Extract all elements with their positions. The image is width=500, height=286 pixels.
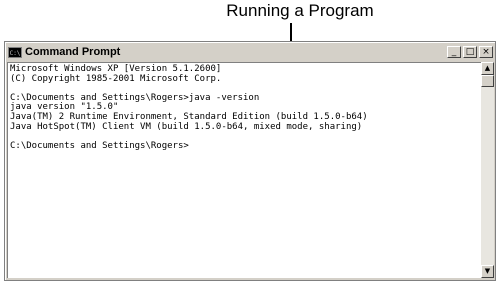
scroll-down-button[interactable]: ▼ — [481, 265, 494, 278]
scroll-thumb[interactable] — [481, 75, 494, 87]
minimize-button[interactable]: _ — [447, 46, 461, 58]
callout-label: Running a Program — [226, 1, 374, 20]
window-title: Command Prompt — [25, 46, 121, 58]
command-prompt-window: C:\ Command Prompt _ □ × Microsoft Windo… — [4, 41, 496, 281]
maximize-button[interactable]: □ — [463, 46, 477, 58]
close-button[interactable]: × — [479, 46, 493, 58]
console-line: (C) Copyright 1985-2001 Microsoft Corp. — [10, 73, 222, 84]
console-line: C:\Documents and Settings\Rogers> — [10, 140, 189, 151]
vertical-scrollbar[interactable]: ▲ ▼ — [481, 62, 494, 278]
console-output[interactable]: Microsoft Windows XP [Version 5.1.2600] … — [7, 62, 481, 278]
scroll-up-button[interactable]: ▲ — [481, 62, 494, 75]
console-app-icon[interactable]: C:\ — [8, 46, 22, 58]
console-line: Java HotSpot(TM) Client VM (build 1.5.0-… — [10, 121, 363, 132]
title-bar[interactable]: C:\ Command Prompt _ □ × — [7, 44, 493, 60]
